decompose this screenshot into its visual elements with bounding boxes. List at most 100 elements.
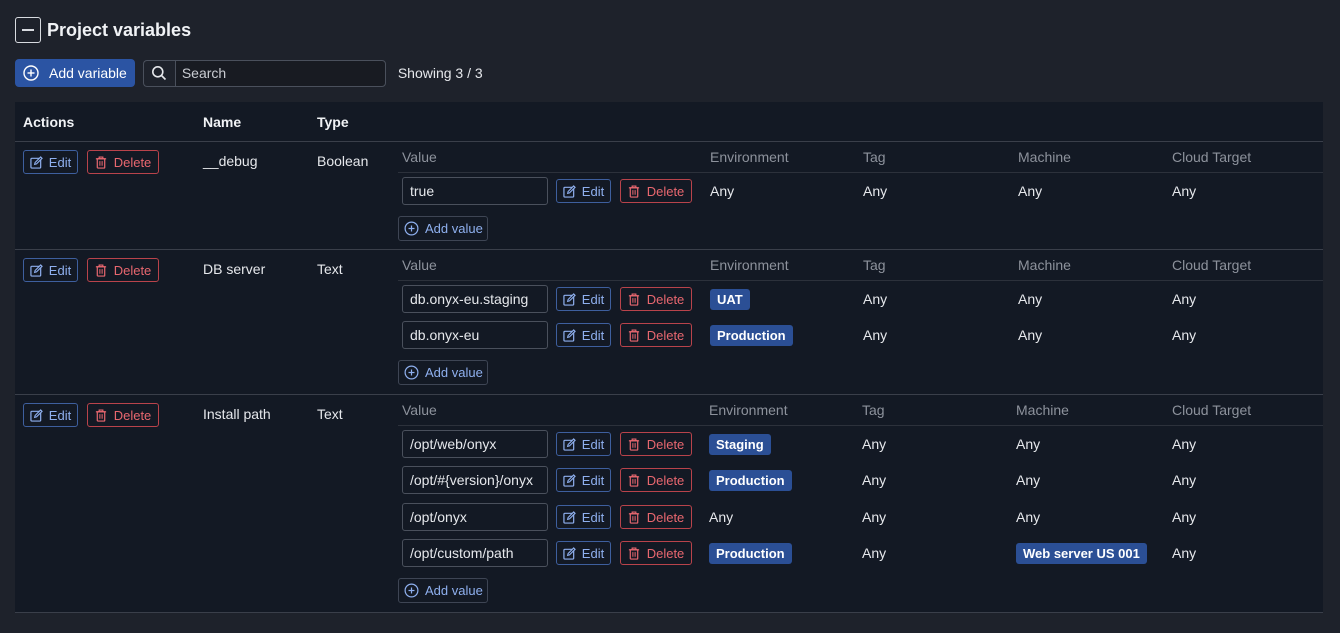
edit-button[interactable]: Edit [23, 258, 78, 282]
edit-label: Edit [48, 262, 72, 278]
page-title: Project variables [47, 19, 192, 40]
edit-icon [563, 473, 576, 487]
machine-value: Any [1016, 472, 1041, 488]
delete-button[interactable]: Delete [620, 179, 692, 203]
table-header: Actions Name Type [15, 102, 1323, 142]
tag-value: Any [863, 291, 888, 307]
sub-header-value: Value [402, 402, 437, 418]
tag-value: Any [862, 509, 887, 525]
edit-button[interactable]: Edit [556, 468, 611, 492]
delete-button[interactable]: Delete [620, 468, 692, 492]
trash-icon [628, 329, 639, 342]
cloud-target-value: Any [1172, 545, 1197, 561]
cloud-target-value: Any [1172, 472, 1197, 488]
tag-value: Any [863, 183, 888, 199]
edit-label: Edit [581, 291, 605, 307]
machine-value: Any [1018, 291, 1043, 307]
value-field[interactable]: /opt/#{version}/onyx [402, 466, 548, 494]
edit-button[interactable]: Edit [556, 323, 611, 347]
delete-button[interactable]: Delete [620, 323, 692, 347]
variable-type: Text [317, 261, 343, 277]
edit-button[interactable]: Edit [556, 432, 611, 456]
add-value-button[interactable]: Add value [398, 216, 488, 241]
plus-circle-icon [23, 65, 39, 81]
variables-table: Actions Name Type Edit Delete __debug Boole… [15, 102, 1323, 613]
sub-header-tag: Tag [863, 257, 886, 273]
cloud-target-value: Any [1172, 327, 1197, 343]
add-value-button[interactable]: Add value [398, 360, 488, 385]
edit-label: Edit [581, 545, 605, 561]
edit-button[interactable]: Edit [23, 403, 78, 427]
edit-label: Edit [581, 327, 605, 343]
delete-button[interactable]: Delete [87, 403, 159, 427]
trash-icon [628, 547, 639, 560]
toolbar: Add variable Showing 3 / 3 [15, 59, 483, 87]
environment-badge: Production [710, 325, 793, 346]
environment-badge: Production [709, 543, 792, 564]
edit-icon [563, 292, 576, 306]
variable-group: Edit Delete __debug Boolean Value Environment… [15, 142, 1323, 250]
machine-value: Any [1016, 436, 1041, 452]
value-field[interactable]: db.onyx-eu [402, 321, 548, 349]
sub-header-divider [398, 425, 1323, 426]
value-field[interactable]: db.onyx-eu.staging [402, 285, 548, 313]
add-value-label: Add value [425, 221, 483, 236]
edit-icon [30, 155, 43, 169]
value-field[interactable]: /opt/custom/path [402, 539, 548, 567]
add-value-button[interactable]: Add value [398, 578, 488, 603]
delete-label: Delete [646, 327, 685, 343]
sub-header-cloud-target: Cloud Target [1172, 149, 1252, 165]
delete-label: Delete [646, 472, 685, 488]
edit-label: Edit [48, 154, 72, 170]
variable-name: DB server [203, 261, 266, 277]
edit-icon [563, 510, 576, 524]
delete-button[interactable]: Delete [620, 287, 692, 311]
environment-value: Any [710, 183, 735, 199]
variable-name: __debug [203, 153, 258, 169]
trash-icon [628, 474, 639, 487]
cloud-target-value: Any [1172, 291, 1197, 307]
edit-button[interactable]: Edit [556, 179, 611, 203]
cloud-target-value: Any [1172, 436, 1197, 452]
delete-button[interactable]: Delete [87, 150, 159, 174]
edit-button[interactable]: Edit [556, 541, 611, 565]
delete-label: Delete [113, 407, 152, 423]
edit-icon [563, 328, 576, 342]
edit-button[interactable]: Edit [23, 150, 78, 174]
edit-icon [30, 408, 43, 422]
cloud-target-value: Any [1172, 509, 1197, 525]
sub-header-value: Value [402, 149, 437, 165]
column-header-name: Name [203, 114, 242, 130]
edit-button[interactable]: Edit [556, 505, 611, 529]
plus-circle-icon [404, 221, 419, 236]
search-input[interactable] [174, 59, 386, 87]
value-field[interactable]: true [402, 177, 548, 205]
environment-badge: UAT [710, 289, 750, 310]
delete-button[interactable]: Delete [620, 505, 692, 529]
tag-value: Any [862, 436, 887, 452]
add-value-label: Add value [425, 583, 483, 598]
sub-header-divider [398, 280, 1323, 281]
delete-button[interactable]: Delete [87, 258, 159, 282]
value-field[interactable]: /opt/onyx [402, 503, 548, 531]
edit-label: Edit [581, 509, 605, 525]
delete-button[interactable]: Delete [620, 541, 692, 565]
delete-label: Delete [646, 183, 685, 199]
edit-icon [563, 184, 576, 198]
delete-button[interactable]: Delete [620, 432, 692, 456]
variable-group: Edit Delete DB server Text Value Environment T… [15, 250, 1323, 395]
trash-icon [628, 293, 639, 306]
edit-icon [563, 437, 576, 451]
tag-value: Any [862, 472, 887, 488]
delete-label: Delete [113, 262, 152, 278]
showing-count: Showing 3 / 3 [397, 65, 483, 81]
add-variable-button[interactable]: Add variable [15, 59, 135, 87]
sub-header-machine: Machine [1018, 149, 1071, 165]
sub-header-machine: Machine [1016, 402, 1069, 418]
delete-label: Delete [646, 436, 685, 452]
plus-circle-icon [404, 583, 419, 598]
edit-button[interactable]: Edit [556, 287, 611, 311]
sub-header-machine: Machine [1018, 257, 1071, 273]
value-field[interactable]: /opt/web/onyx [402, 430, 548, 458]
collapse-toggle-button[interactable] [15, 17, 41, 43]
